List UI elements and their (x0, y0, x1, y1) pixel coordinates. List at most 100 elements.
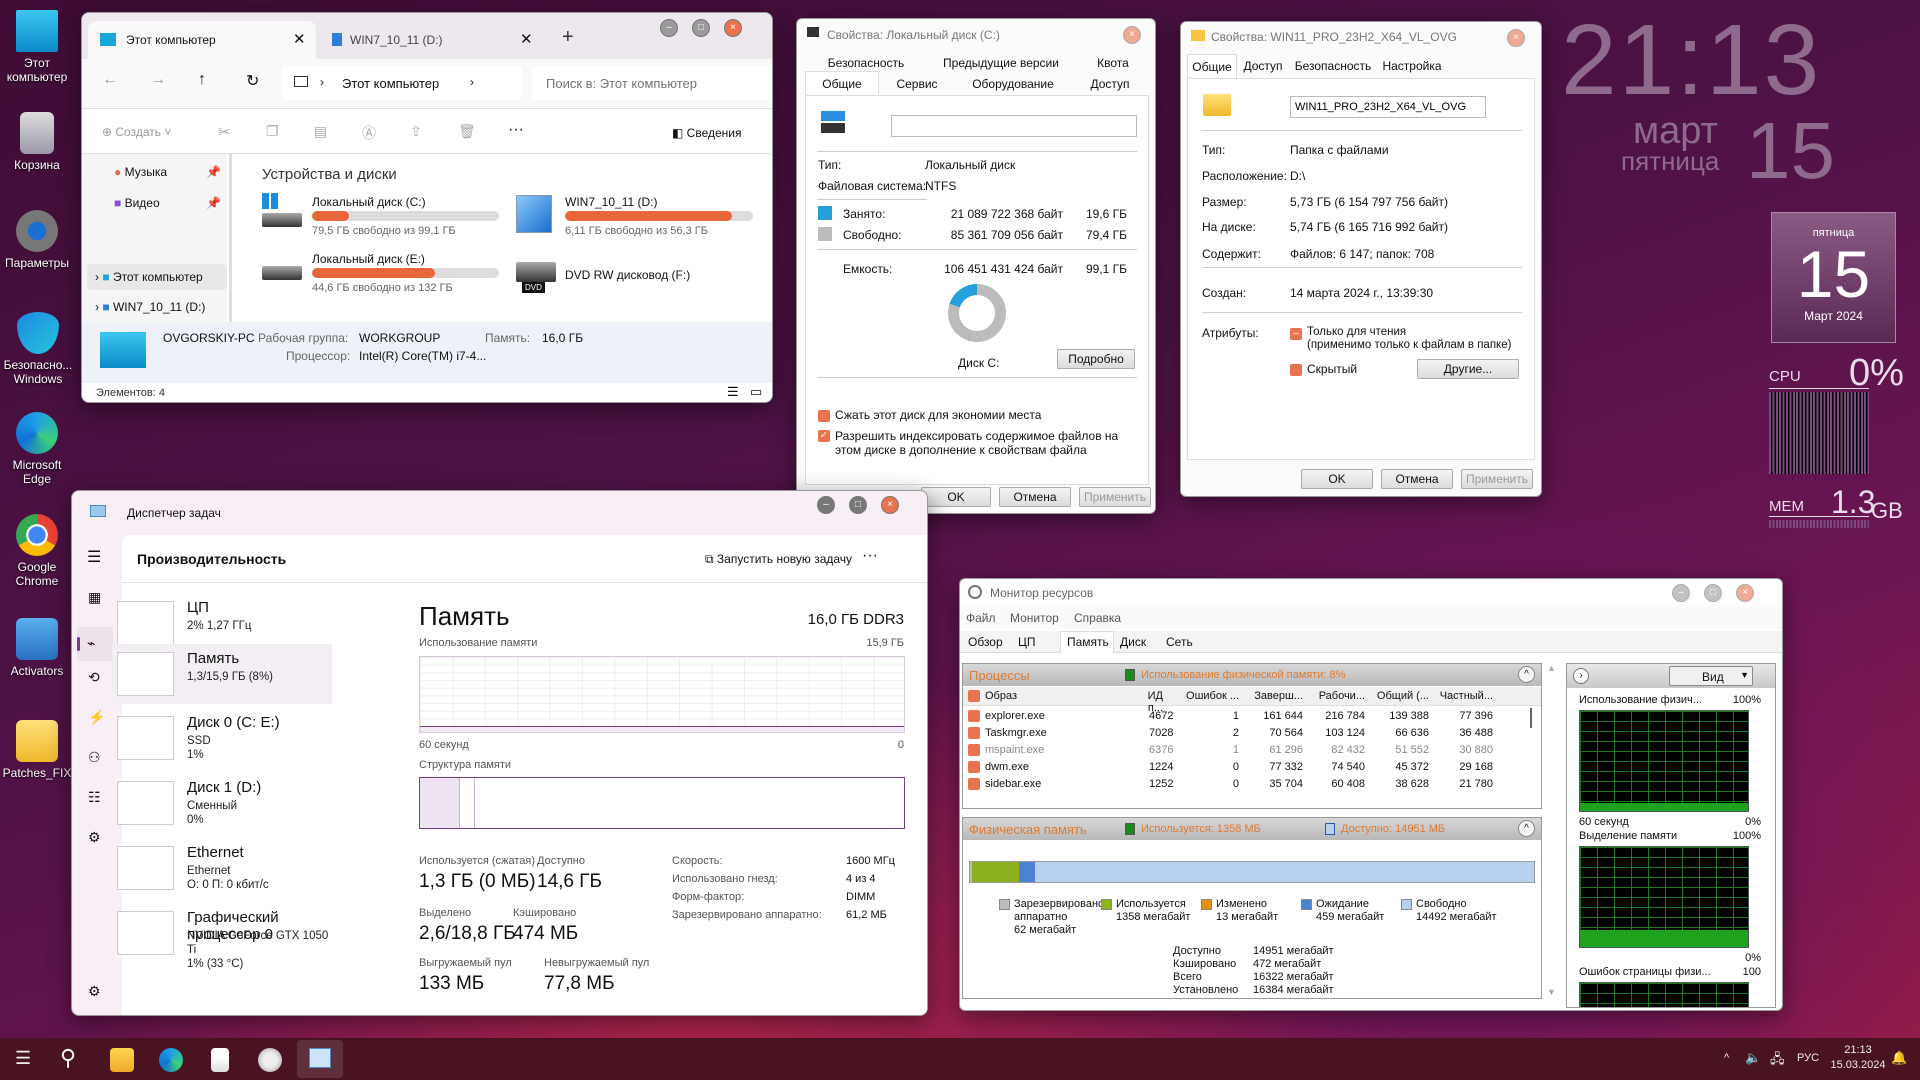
drive-f-dvd[interactable]: DVD DVD RW дисковод (F:) (514, 248, 764, 296)
perf-item[interactable]: Диск 0 (C: E:) SSD 1% (112, 708, 332, 768)
history-icon[interactable]: ⟲ (88, 669, 100, 686)
details-list-icon[interactable]: ☷ (88, 789, 101, 806)
tab-memory[interactable]: Память (1060, 631, 1114, 653)
collapse-chevron-icon[interactable]: ^ (1518, 820, 1535, 837)
close-tab-icon[interactable]: ✕ (520, 30, 533, 48)
minimize-button[interactable]: – (817, 496, 835, 514)
process-row[interactable]: explorer.exe 4672 1 161 644 216 784 139 388 77… (963, 708, 1523, 725)
desktop-icon-this-pc[interactable]: Этот компьютер (0, 10, 74, 84)
up-arrow-icon[interactable]: ↑ (198, 71, 206, 89)
settings-gear-icon[interactable]: ⚙ (88, 983, 101, 1000)
tab-sharing[interactable]: Доступ (1071, 77, 1149, 91)
refresh-icon[interactable]: ↻ (246, 71, 259, 91)
desktop-icon-activators[interactable]: Activators (0, 618, 74, 678)
store-icon[interactable] (211, 1048, 229, 1072)
desktop-icon-edge[interactable]: Microsoft Edge (0, 412, 74, 486)
search-input[interactable] (532, 66, 772, 100)
tab-previous-versions[interactable]: Предыдущие версии (925, 56, 1077, 70)
tab-cpu[interactable]: ЦП (1018, 635, 1036, 649)
tab-network[interactable]: Сеть (1166, 635, 1193, 649)
copy-icon[interactable]: ❐ (266, 123, 279, 140)
cut-icon[interactable]: ✂ (218, 123, 231, 141)
tab-general[interactable]: Общие (805, 71, 879, 95)
compress-checkbox[interactable]: Сжать этот диск для экономии места (818, 408, 1041, 422)
menu-monitor[interactable]: Монитор (1010, 611, 1059, 625)
perf-item[interactable]: Диск 1 (D:) Сменный 0% (112, 773, 332, 833)
tab-security[interactable]: Безопасность (807, 56, 925, 70)
minimize-button[interactable]: – (1672, 584, 1690, 602)
drive-d[interactable]: WIN7_10_11 (D:) 6,11 ГБ свободно из 56,3… (514, 191, 764, 239)
performance-nav-button[interactable]: ⌁ (77, 627, 113, 661)
desktop-icon-recycle-bin[interactable]: Корзина (0, 112, 74, 172)
menu-help[interactable]: Справка (1074, 611, 1121, 625)
process-row[interactable]: dwm.exe 1224 0 77 332 74 540 45 372 29 168 (963, 759, 1523, 776)
process-column-header[interactable]: Образ ИД п... Ошибок ... Заверш... Рабочи...… (963, 687, 1541, 714)
process-row[interactable]: sidebar.exe 1252 0 35 704 60 408 38 628 21 780 (963, 776, 1523, 793)
desktop-icon-settings[interactable]: Параметры (0, 210, 74, 270)
address-bar[interactable]: › Этот компьютер › (282, 66, 522, 100)
close-button[interactable]: × (1123, 26, 1141, 44)
more-options-icon[interactable]: ··· (508, 121, 524, 139)
tab-tools[interactable]: Сервис (879, 77, 955, 91)
details-pane-button[interactable]: ◧ Сведения (672, 126, 742, 140)
taskbar-clock[interactable]: 21:13 15.03.2024 (1830, 1043, 1886, 1073)
run-new-task-button[interactable]: ⧉ Запустить новую задачу (705, 552, 852, 567)
task-manager-taskbar-button[interactable] (297, 1040, 343, 1078)
perf-item[interactable]: Графический процессор 0 NVIDIA GeForce GT… (112, 903, 332, 970)
apply-button[interactable]: Применить (1461, 469, 1533, 489)
tab-win7-drive[interactable]: WIN7_10_11 (D:) ✕ (326, 29, 546, 55)
volume-label-input[interactable] (891, 115, 1137, 137)
notification-bell-icon[interactable]: 🔔 (1891, 1050, 1907, 1066)
startup-icon[interactable]: ⚡ (88, 709, 105, 726)
drive-e[interactable]: Локальный диск (E:) 44,6 ГБ свободно из … (260, 248, 510, 296)
nav-item-win7-drive[interactable]: › ■ WIN7_10_11 (D:) (95, 300, 205, 314)
calendar-gadget[interactable]: пятница 15 Март 2024 (1771, 212, 1896, 343)
forward-arrow-icon[interactable]: → (150, 71, 166, 89)
hamburger-menu-icon[interactable]: ☰ (87, 547, 101, 567)
start-menu-icon[interactable]: ☰ (15, 1048, 31, 1069)
tab-general[interactable]: Общие (1187, 54, 1237, 78)
cancel-button[interactable]: Отмена (1381, 469, 1453, 489)
share-icon[interactable]: ⇪ (410, 123, 422, 140)
process-row[interactable]: mspaint.exe 6376 1 61 296 82 432 51 552 30 880 (963, 742, 1523, 759)
tab-this-pc[interactable]: Этот компьютер ✕ (88, 21, 316, 59)
perf-item[interactable]: Ethernet Ethernet О: 0 П: 0 кбит/с (112, 838, 332, 898)
main-scrollbar[interactable]: ▲ ▼ (1547, 663, 1557, 997)
minimize-button[interactable]: – (660, 19, 678, 37)
column-header[interactable]: Образ (985, 690, 1017, 702)
other-attributes-button[interactable]: Другие... (1417, 359, 1519, 379)
view-dropdown[interactable]: Вид ▼ (1669, 666, 1753, 686)
desktop-icon-security[interactable]: Безопасно... Windows (0, 312, 76, 386)
tab-overview[interactable]: Обзор (968, 635, 1003, 649)
tiles-view-icon[interactable]: ▭ (750, 384, 762, 400)
desktop-icon-chrome[interactable]: Google Chrome (0, 514, 74, 588)
processes-icon[interactable]: ▦ (88, 589, 101, 606)
close-button[interactable]: × (881, 496, 899, 514)
processes-header[interactable]: Процессы Использование физической памяти… (963, 664, 1541, 686)
close-button[interactable]: × (1507, 29, 1525, 47)
expand-chevron-icon[interactable]: › (1573, 668, 1589, 684)
maximize-button[interactable]: □ (849, 496, 867, 514)
tab-disk[interactable]: Диск (1120, 635, 1146, 649)
file-explorer-icon[interactable] (110, 1048, 134, 1072)
folder-name-input[interactable] (1290, 96, 1486, 118)
column-header[interactable]: Частный... (1418, 690, 1493, 702)
details-view-icon[interactable]: ☰ (727, 384, 739, 400)
create-button[interactable]: ⊕ Создать ˅ (102, 125, 171, 139)
readonly-checkbox[interactable]: – Только для чтения (применимо только к фа… (1290, 326, 1511, 352)
perf-item[interactable]: Память 1,3/15,9 ГБ (8%) (112, 644, 332, 704)
delete-icon[interactable]: 🗑 (458, 123, 476, 140)
collapse-chevron-icon[interactable]: ^ (1518, 666, 1535, 683)
more-options-icon[interactable]: ··· (862, 547, 878, 565)
close-button[interactable]: × (1736, 584, 1754, 602)
speaker-icon[interactable]: 🔈 (1745, 1050, 1761, 1066)
rename-icon[interactable]: Ⓐ (362, 123, 376, 143)
nav-item-music[interactable]: ● Музыка 📌 (114, 165, 221, 179)
hidden-checkbox[interactable]: Скрытый (1290, 362, 1357, 376)
process-row[interactable]: Taskmgr.exe 7028 2 70 564 103 124 66 636 36 48… (963, 725, 1523, 742)
desktop-icon-patches[interactable]: Patches_FIX (0, 720, 74, 780)
resource-monitor-taskbar-icon[interactable] (258, 1048, 282, 1072)
menu-file[interactable]: Файл (966, 611, 996, 625)
close-tab-icon[interactable]: ✕ (293, 30, 306, 48)
apply-button[interactable]: Применить (1079, 487, 1151, 507)
